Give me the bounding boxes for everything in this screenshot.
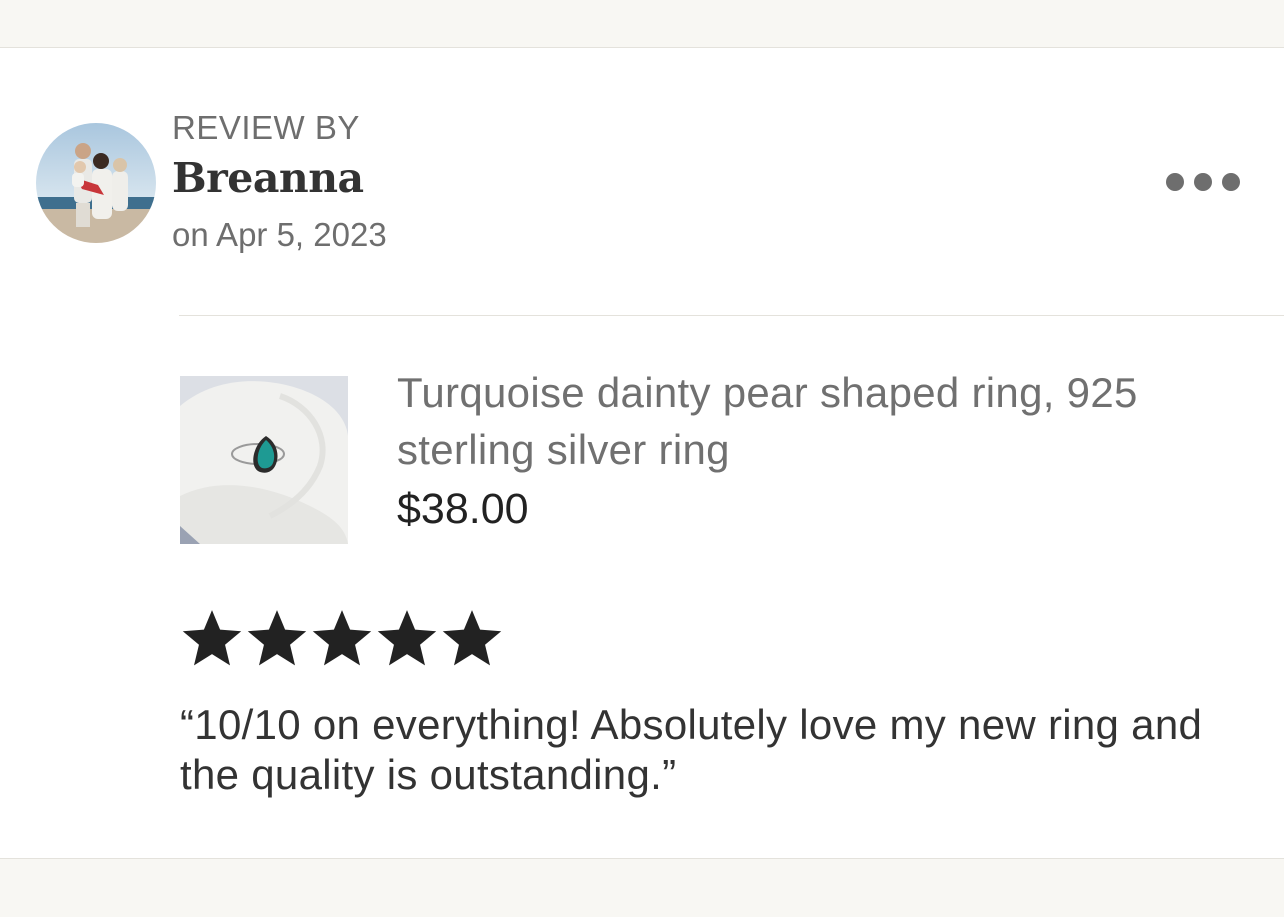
star-icon [442, 610, 502, 666]
review-text: “10/10 on everything! Absolutely love my… [180, 701, 1203, 798]
product-image [180, 376, 348, 544]
star-icon [377, 610, 437, 666]
reviewer-avatar[interactable] [36, 123, 156, 243]
star-icon [182, 610, 242, 666]
more-options-button[interactable] [1158, 163, 1248, 201]
star-icon [312, 610, 372, 666]
section-divider [179, 315, 1284, 316]
review-card: REVIEW BY Breanna on Apr 5, 2023 Turquoi… [0, 47, 1284, 859]
review-date: on Apr 5, 2023 [172, 216, 387, 253]
star-icon [247, 610, 307, 666]
product-thumbnail[interactable] [180, 376, 348, 544]
product-title[interactable]: Turquoise dainty pear shaped ring, 925 s… [397, 364, 1197, 478]
star-rating [180, 608, 504, 668]
review-by-label: REVIEW BY [172, 109, 360, 146]
reviewer-name[interactable]: Breanna [172, 154, 364, 202]
more-options-icon [1166, 173, 1240, 191]
product-price: $38.00 [397, 485, 529, 533]
avatar-photo [36, 123, 156, 243]
